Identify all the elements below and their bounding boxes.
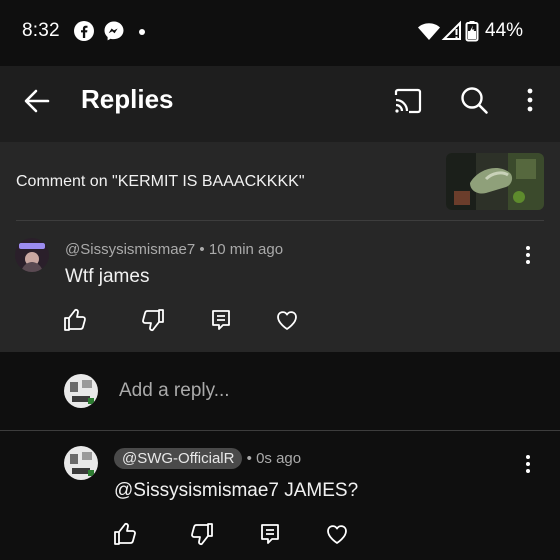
video-thumbnail[interactable]	[446, 153, 544, 210]
comment-text: Wtf james	[65, 266, 150, 287]
status-bar: 8:32 44%	[0, 0, 560, 66]
avatar[interactable]	[15, 238, 49, 272]
messenger-icon	[104, 21, 124, 41]
battery-icon	[465, 21, 479, 42]
comment-on-label[interactable]: Comment on "KERMIT IS BAAACKKKK"	[16, 173, 305, 191]
reply-author[interactable]: @SWG-OfficialR	[114, 448, 243, 469]
comment-meta: @Sissysismismae7 • 10 min ago	[65, 241, 283, 258]
user-avatar	[64, 374, 98, 408]
notification-dot	[139, 29, 145, 35]
reply-more-icon[interactable]	[520, 453, 536, 475]
avatar[interactable]	[64, 446, 98, 480]
heart-icon[interactable]	[324, 521, 350, 547]
cast-icon[interactable]	[393, 87, 423, 115]
signal-icon	[441, 20, 461, 40]
reply-input-row[interactable]: Add a reply...	[0, 352, 560, 430]
comment-time: 10 min ago	[208, 241, 284, 258]
facebook-icon	[74, 21, 94, 41]
divider	[0, 430, 560, 431]
app-bar: Replies	[0, 66, 560, 142]
dislike-icon[interactable]	[140, 307, 166, 333]
dislike-icon[interactable]	[189, 521, 215, 547]
reply-icon[interactable]	[257, 521, 283, 547]
reply-time: 0s ago	[256, 450, 302, 467]
divider	[16, 220, 544, 221]
reply-text: @Sissysismismae7 JAMES?	[114, 480, 359, 501]
reply-input[interactable]: Add a reply...	[119, 380, 230, 402]
meta-separator: •	[246, 450, 252, 467]
search-icon[interactable]	[459, 85, 489, 115]
heart-icon[interactable]	[274, 307, 300, 333]
comment-more-icon[interactable]	[520, 244, 536, 266]
reply-icon[interactable]	[208, 307, 234, 333]
status-time: 8:32	[22, 20, 60, 41]
battery-percent: 44%	[485, 20, 524, 41]
comment-author[interactable]: @Sissysismismae7	[65, 241, 195, 258]
meta-separator: •	[199, 241, 205, 258]
wifi-icon	[418, 23, 440, 40]
back-arrow-icon[interactable]	[22, 86, 52, 116]
like-icon[interactable]	[62, 307, 88, 333]
like-icon[interactable]	[112, 521, 138, 547]
more-vert-icon[interactable]	[518, 85, 542, 115]
page-title: Replies	[81, 84, 174, 114]
comment-panel: Comment on "KERMIT IS BAAACKKKK" @Sissys…	[0, 142, 560, 352]
reply-meta: @SWG-OfficialR • 0s ago	[114, 448, 301, 469]
